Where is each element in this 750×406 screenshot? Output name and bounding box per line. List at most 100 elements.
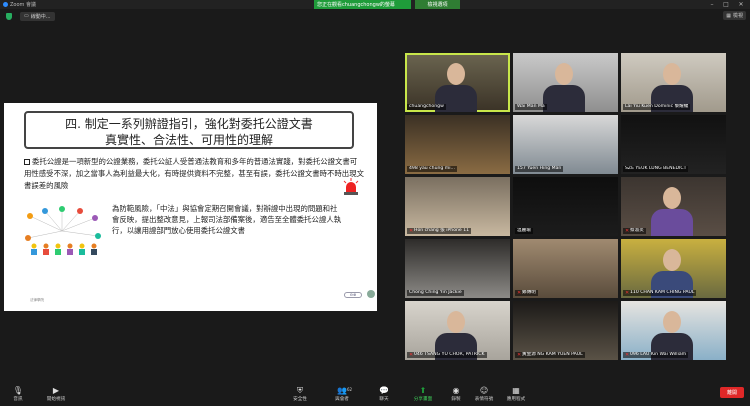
view-options-button[interactable]: 檢視選項 (415, 0, 460, 9)
mic-muted-icon: ✕ (625, 352, 630, 358)
participants-count: 62 (347, 387, 353, 392)
participant-name: chuangchongw (409, 104, 444, 109)
participant-name-label: 157 Yuen Hing Man (515, 166, 564, 172)
participant-video-tile[interactable]: ✕ Hon chang 張 iPhone 11 (405, 177, 510, 236)
square-bullet-icon (24, 159, 30, 165)
participant-name-label: ✕ 蔡淑炎 (623, 228, 646, 234)
participant-video-tile[interactable]: ✕ 110 CHAN KAM CHING PAUL (621, 239, 726, 298)
reactions-label: 表情符號 (474, 397, 494, 402)
participant-video-tile[interactable]: ✕ 046 TSANG YU CHOR, PATRICK (405, 301, 510, 360)
participant-video-tile[interactable]: ✕ 黃金源 NG KAM YUEN PAUL (513, 301, 618, 360)
participant-video-tile[interactable]: 溫麗瑜 (513, 177, 618, 236)
participant-head (663, 311, 681, 333)
participant-video-tile[interactable]: chuangchongw (405, 53, 510, 112)
slide-paragraph-1-text: 委托公證是一項新型的公證業務，委托公証人受普通法教育和多年的普通法實踐，對委托公… (24, 157, 364, 190)
viewing-status-text: 線動中... (30, 13, 51, 20)
participant-name-label: chuangchongw (407, 104, 446, 110)
participant-name: 498 yau chung mi... (409, 166, 455, 171)
participant-video-tile[interactable]: 157 Yuen Hing Man (513, 115, 618, 174)
share-screen-label: 分享畫面 (413, 397, 433, 402)
zoom-window: Zoom 會議 您正在觀看chuangchongw的螢幕 檢視選項 – □ ✕ … (0, 0, 750, 406)
security-button[interactable]: ⛨ 安全性 (286, 386, 314, 406)
participant-video-tile[interactable]: Chong Ching Yin Jackie (405, 239, 510, 298)
participant-name-label: Lai Yiu Kuen Dominic 黎耀權 (623, 104, 691, 110)
screen-icon: ▭ (24, 13, 29, 19)
app-title: Zoom 會議 (3, 1, 36, 8)
participant-video-tile[interactable]: 498 yau chung mi... (405, 115, 510, 174)
chat-button[interactable]: 💬 聊天 (370, 386, 398, 406)
participant-name: Chong Ching Yin Jackie (409, 290, 462, 295)
participant-head (663, 63, 681, 85)
participant-head (447, 311, 465, 333)
start-video-label: 開始視訊 (46, 397, 66, 402)
view-options-label: 檢視選項 (427, 2, 448, 8)
mic-muted-icon: ✕ (409, 352, 414, 358)
participant-name-label: Chong Ching Yin Jackie (407, 290, 464, 296)
chat-bubble-icon: 💬 (379, 386, 389, 395)
slide-zoom-control[interactable]: ⊖⊕ (344, 292, 362, 298)
shield-icon[interactable] (6, 12, 12, 20)
participant-head (663, 249, 681, 271)
mic-muted-icon: ✕ (409, 228, 414, 234)
reactions-button[interactable]: ☺ 表情符號 (470, 386, 498, 406)
slide-paragraph-1: 委托公證是一項新型的公證業務，委托公証人受普通法教育和多年的普通法實踐，對委托公… (24, 156, 364, 192)
participant-name-label: ✕ 110 CHAN KAM CHING PAUL (623, 290, 697, 296)
participant-name-label: SZE YEUK LUNG BENEDICT (623, 166, 689, 172)
people-icon: 👥 (337, 386, 347, 395)
leave-meeting-label: 離開 (726, 390, 737, 396)
slide-title: 四. 制定一系列辦證指引，強化對委托公證文書 真實性、合法性、可用性的理解 (24, 111, 354, 149)
participant-video-tile[interactable]: ✕ 蔡淑炎 (621, 177, 726, 236)
participant-body (543, 85, 585, 112)
minimize-icon[interactable]: – (705, 0, 719, 9)
participant-video-tile[interactable]: SZE YEUK LUNG BENEDICT (621, 115, 726, 174)
viewing-status[interactable]: ▭ 線動中... (20, 11, 55, 21)
leave-meeting-button[interactable]: 離開 (720, 387, 744, 398)
chat-label: 聊天 (379, 397, 389, 402)
audio-button[interactable]: 🎙 音訊 (4, 386, 32, 406)
audio-label: 音訊 (13, 397, 23, 402)
participant-video-tile[interactable]: Wai Man Ma (513, 53, 618, 112)
participant-name-label: ✕ 鄭傳明 (515, 290, 538, 296)
start-video-button[interactable]: ▶ 開始視訊 (42, 386, 70, 406)
record-icon: ◉ (452, 386, 460, 395)
participant-body (651, 209, 693, 236)
share-arrow-icon: ⬆ (419, 386, 427, 395)
gallery-view-label: 檢視 (732, 13, 743, 19)
smiley-icon: ☺ (479, 386, 489, 395)
shield-icon: ⛨ (297, 386, 303, 395)
close-icon[interactable]: ✕ (734, 0, 748, 9)
participant-name-label: ✕ 046 TSANG YU CHOR, PATRICK (407, 352, 487, 358)
mic-muted-icon: ✕ (625, 228, 630, 234)
participant-name: Hon chang 張 iPhone 11 (414, 228, 470, 233)
maximize-icon[interactable]: □ (719, 0, 733, 9)
slide-title-line1: 四. 制定一系列辦證指引，強化對委托公證文書 (65, 117, 313, 131)
apps-button[interactable]: ▦ 應用程式 (502, 386, 530, 406)
video-camera-icon: ▶ (52, 386, 60, 395)
participant-name: SZE YEUK LUNG BENEDICT (625, 166, 687, 171)
participant-name: Lai Yiu Kuen Dominic 黎耀權 (625, 104, 689, 109)
participant-name: 蔡淑炎 (630, 228, 644, 233)
participant-video-tile[interactable]: ✕ 096 LAU Kin Wai William (621, 301, 726, 360)
slide-footer-logo: 法律學院 (30, 298, 44, 302)
siren-icon (343, 178, 359, 195)
app-title-text: Zoom 會議 (10, 2, 37, 8)
mic-muted-icon: ✕ (625, 290, 630, 296)
slide-title-line2: 真實性、合法性、可用性的理解 (104, 133, 273, 147)
participant-name-label: Wai Man Ma (515, 104, 547, 110)
participant-name: 096 LAU Kin Wai William (630, 352, 687, 357)
participant-name-label: 498 yau chung mi... (407, 166, 457, 172)
record-button[interactable]: ◉ 錄製 (442, 386, 470, 406)
grid-icon: ▦ (726, 12, 731, 19)
meeting-info-bar: ▭ 線動中... ▦ 檢視 (0, 9, 750, 23)
record-label: 錄製 (451, 397, 461, 402)
participant-video-tile[interactable]: Lai Yiu Kuen Dominic 黎耀權 (621, 53, 726, 112)
participant-name: 黃金源 NG KAM YUEN PAUL (522, 352, 583, 357)
gallery-view-button[interactable]: ▦ 檢視 (723, 11, 746, 20)
participant-name-label: 溫麗瑜 (515, 228, 533, 234)
participant-name: 溫麗瑜 (517, 228, 531, 233)
shared-screen-slide: 四. 制定一系列辦證指引，強化對委托公證文書 真實性、合法性、可用性的理解 委托… (4, 103, 377, 311)
participant-video-tile[interactable]: ✕ 鄭傳明 (513, 239, 618, 298)
viewing-screen-text: 您正在觀看chuangchongw的螢幕 (317, 2, 395, 8)
viewing-screen-banner[interactable]: 您正在觀看chuangchongw的螢幕 (314, 0, 411, 9)
share-screen-button[interactable]: ⬆ 分享畫面 (409, 386, 437, 406)
